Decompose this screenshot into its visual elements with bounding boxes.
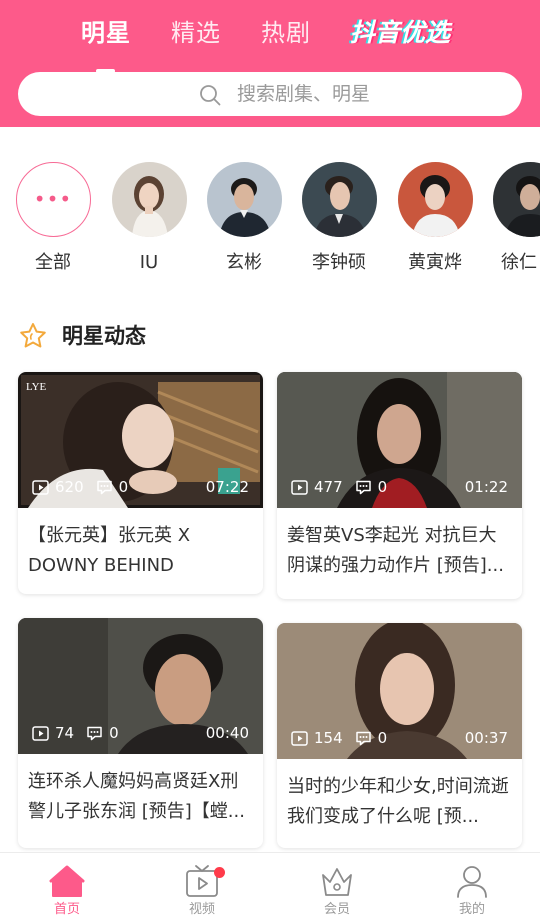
video-duration: 00:40: [205, 724, 249, 742]
video-title[interactable]: 当时的少年和少女,时间流逝 我们变成了什么呢 [预...: [277, 759, 522, 848]
video-duration: 00:37: [464, 729, 508, 747]
star-item-hwang-in-youp[interactable]: 黄寅烨: [390, 162, 480, 275]
view-count: 74: [55, 724, 75, 742]
comment-count: 0: [118, 478, 129, 496]
comment-count: 0: [109, 724, 119, 742]
star-name-all: 全部: [35, 252, 71, 273]
video-thumbnail[interactable]: 154 0 00:37: [277, 623, 522, 759]
tab-stars[interactable]: 明星: [81, 14, 131, 52]
video-stats: 477 0: [291, 478, 387, 496]
nav-home[interactable]: 首页: [27, 863, 107, 918]
nav-label: 会员: [323, 902, 350, 917]
nav-label: 首页: [53, 902, 80, 917]
video-card[interactable]: LYE 620 0 07:22 【张元英】张元英 X DOWNY BEHIND: [18, 372, 263, 594]
avatar[interactable]: [111, 162, 187, 237]
more-dots-icon: •••: [33, 187, 73, 211]
video-card[interactable]: 477 0 01:22 姜智英VS李起光 对抗巨大阴谋的强力动作片 [预告]..…: [277, 372, 522, 599]
nav-label: 视频: [188, 902, 215, 917]
play-count-icon: [32, 479, 49, 495]
search-bar[interactable]: 搜索剧集、明星: [18, 72, 522, 116]
play-count-icon: [32, 725, 49, 741]
video-thumbnail[interactable]: 477 0 01:22: [277, 372, 522, 508]
nav-profile[interactable]: 我的: [432, 863, 512, 918]
home-icon: [49, 865, 85, 897]
star-name: 徐仁: [501, 252, 537, 273]
video-title[interactable]: 【张元英】张元英 X DOWNY BEHIND: [18, 508, 263, 594]
video-duration: 07:22: [205, 478, 249, 496]
comment-icon: [355, 731, 371, 745]
crown-icon: [322, 868, 352, 896]
video-card[interactable]: 74 0 00:40 连环杀人魔妈妈高贤廷X刑警儿子张东润 [预告]【螳...: [18, 618, 263, 848]
douyin-select-logo[interactable]: 抖音优选: [350, 13, 450, 53]
search-placeholder: 搜索剧集、明星: [237, 83, 371, 105]
comment-count: 0: [377, 478, 388, 496]
nav-membership[interactable]: 会员: [297, 863, 377, 918]
video-stats: 154 0: [291, 729, 387, 747]
tab-featured[interactable]: 精选: [171, 14, 221, 52]
video-title[interactable]: 姜智英VS李起光 对抗巨大阴谋的强力动作片 [预告]...: [277, 508, 522, 597]
avatar[interactable]: [206, 162, 282, 237]
comment-count: 0: [377, 729, 388, 747]
star-avatar-row[interactable]: ••• 全部 IU 玄彬 李钟硕 黄寅烨 徐仁: [0, 162, 540, 282]
video-stats: 620 0: [32, 478, 128, 496]
bottom-navigation: 首页 视频 会员 我的: [0, 852, 540, 924]
view-count: 620: [55, 478, 84, 496]
video-title[interactable]: 连环杀人魔妈妈高贤廷X刑警儿子张东润 [预告]【螳...: [18, 754, 263, 843]
video-thumbnail[interactable]: LYE 620 0 07:22: [18, 372, 263, 508]
view-count: 154: [314, 729, 343, 747]
comment-icon: [355, 480, 371, 494]
star-item-lee-jong-suk[interactable]: 李钟硕: [294, 162, 384, 275]
avatar[interactable]: [492, 162, 540, 237]
star-name: 李钟硕: [312, 252, 366, 273]
comment-icon: [96, 480, 112, 494]
star-name: 黄寅烨: [408, 252, 462, 273]
user-icon: [457, 866, 487, 898]
category-tabs: 明星 精选 热剧: [0, 14, 540, 73]
star-item-seo-in-guk[interactable]: 徐仁: [485, 162, 540, 275]
avatar[interactable]: [397, 162, 473, 237]
star-all[interactable]: ••• 全部: [8, 162, 98, 275]
view-count: 477: [314, 478, 343, 496]
play-count-icon: [291, 730, 308, 746]
notification-badge: [214, 867, 225, 878]
star-outline-icon: [20, 323, 46, 348]
nav-label: 我的: [458, 902, 485, 917]
tab-hot-dramas[interactable]: 热剧: [261, 14, 311, 52]
nav-video[interactable]: 视频: [162, 863, 242, 918]
video-stats: 74 0: [32, 724, 119, 742]
top-header: 明星 精选 热剧 抖音优选 搜索剧集、明星: [0, 0, 540, 127]
comment-icon: [87, 726, 102, 740]
search-icon: [200, 85, 221, 106]
star-name: 玄彬: [226, 252, 262, 273]
play-count-icon: [291, 479, 308, 495]
video-card[interactable]: 154 0 00:37 当时的少年和少女,时间流逝 我们变成了什么呢 [预...: [277, 623, 522, 848]
video-thumbnail[interactable]: 74 0 00:40: [18, 618, 263, 754]
star-item-hyun-bin[interactable]: 玄彬: [199, 162, 289, 275]
star-name: IU: [139, 252, 159, 273]
video-duration: 01:22: [464, 478, 508, 496]
section-title: 明星动态: [62, 324, 146, 348]
svg-text:LYE: LYE: [26, 381, 47, 393]
star-item-iu[interactable]: IU: [104, 162, 194, 275]
avatar[interactable]: [301, 162, 377, 237]
all-stars-circle[interactable]: •••: [15, 162, 91, 237]
